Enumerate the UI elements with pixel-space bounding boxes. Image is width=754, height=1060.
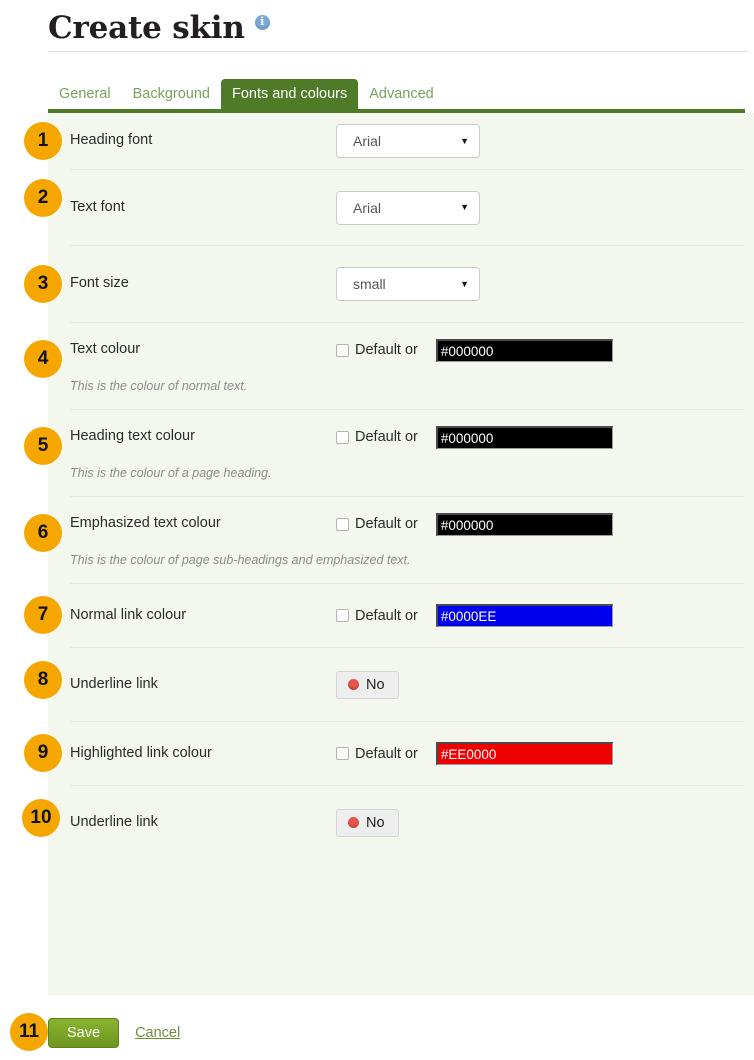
control-heading-font: Arial ▼ (336, 124, 480, 158)
label-normal-link-colour: Normal link colour (70, 606, 187, 623)
control-text-font: Arial ▼ (336, 190, 480, 225)
step-badge-9: 9 (24, 734, 62, 772)
highlighted-link-colour-default-checkbox[interactable] (336, 747, 349, 760)
step-badge-1: 1 (24, 122, 62, 160)
text-font-value: Arial (353, 199, 382, 216)
cancel-link[interactable]: Cancel (135, 1025, 180, 1041)
control-text-colour: Default or #000000 (336, 338, 613, 362)
label-highlighted-link-colour: Highlighted link colour (70, 744, 212, 761)
row-underline-link-normal: 8 Underline link No (24, 648, 754, 721)
row-normal-link-colour: 7 Normal link colour Default or #0000EE (24, 584, 754, 647)
step-badge-4: 4 (24, 340, 62, 378)
control-emphasized-text-colour: Default or #000000 (336, 512, 613, 536)
tab-background[interactable]: Background (122, 79, 221, 111)
emphasized-text-colour-input[interactable]: #000000 (435, 512, 613, 536)
tab-general[interactable]: General (48, 79, 122, 111)
heading-text-colour-default-label: Default or (355, 429, 418, 445)
info-icon[interactable] (254, 14, 270, 30)
step-badge-11: 11 (10, 1013, 48, 1051)
step-badge-5: 5 (24, 427, 62, 465)
help-emphasized-text-colour: This is the colour of page sub-headings … (70, 553, 411, 567)
status-dot-icon (348, 679, 359, 690)
emphasized-text-colour-default-wrap: Default or (336, 516, 418, 532)
text-colour-default-label: Default or (355, 342, 418, 358)
highlighted-link-colour-default-label: Default or (355, 745, 418, 762)
control-normal-link-colour: Default or #0000EE (336, 604, 613, 627)
row-heading-text-colour: 5 Heading text colour Default or #000000… (24, 410, 754, 496)
step-badge-3: 3 (24, 265, 62, 303)
heading-font-select[interactable]: Arial ▼ (336, 124, 480, 158)
control-heading-text-colour: Default or #000000 (336, 425, 613, 449)
heading-text-colour-default-wrap: Default or (336, 429, 418, 445)
chevron-down-icon: ▼ (460, 202, 469, 212)
chevron-down-icon: ▼ (460, 278, 469, 289)
row-highlighted-link-colour: 9 Highlighted link colour Default or #EE… (24, 722, 754, 785)
step-badge-10: 10 (22, 799, 60, 837)
label-heading-font: Heading font (70, 132, 153, 149)
control-font-size: small ▼ (336, 267, 480, 301)
heading-text-colour-default-checkbox[interactable] (336, 430, 349, 444)
highlighted-link-colour-default-wrap: Default or (336, 746, 418, 762)
row-underline-link-highlighted: 10 Underline link No (22, 786, 754, 859)
create-skin-page: Create skin General Background Fonts and… (0, 0, 754, 1060)
highlighted-link-colour-input[interactable]: #EE0000 (435, 742, 613, 765)
step-badge-8: 8 (24, 661, 62, 699)
tab-fonts-and-colours[interactable]: Fonts and colours (220, 78, 359, 110)
step-badge-2: 2 (24, 179, 62, 217)
row-text-colour: 4 Text colour Default or #000000 This is… (24, 323, 754, 409)
heading-font-value: Arial (353, 133, 382, 149)
label-underline-link-highlighted: Underline link (70, 813, 158, 830)
label-font-size: Font size (70, 275, 129, 292)
control-underline-link-highlighted: No (336, 808, 399, 837)
help-heading-text-colour: This is the colour of a page heading. (70, 466, 272, 480)
chevron-down-icon: ▼ (460, 135, 469, 146)
normal-link-colour-default-wrap: Default or (336, 608, 418, 624)
label-emphasized-text-colour: Emphasized text colour (70, 515, 221, 532)
page-header: Create skin (48, 0, 748, 56)
control-underline-link-normal: No (336, 670, 399, 699)
row-emphasized-text-colour: 6 Emphasized text colour Default or #000… (24, 497, 754, 583)
underline-link-normal-value: No (366, 676, 385, 693)
title-divider (48, 51, 748, 52)
row-font-size: 3 Font size small ▼ (24, 246, 754, 322)
form-actions: Save Cancel (48, 1013, 748, 1053)
underline-link-normal-toggle[interactable]: No (336, 670, 399, 699)
heading-text-colour-input[interactable]: #000000 (435, 425, 613, 449)
text-colour-default-checkbox[interactable] (336, 343, 349, 357)
label-text-colour: Text colour (70, 341, 141, 358)
status-dot-icon (348, 817, 359, 828)
normal-link-colour-default-label: Default or (355, 607, 418, 624)
font-size-value: small (353, 276, 386, 292)
underline-link-highlighted-value: No (366, 814, 385, 831)
underline-link-highlighted-toggle[interactable]: No (336, 808, 399, 837)
tab-bar: General Background Fonts and colours Adv… (48, 73, 748, 110)
normal-link-colour-input[interactable]: #0000EE (435, 604, 613, 627)
control-highlighted-link-colour: Default or #EE0000 (336, 742, 613, 765)
save-button[interactable]: Save (48, 1017, 120, 1049)
step-badge-7: 7 (24, 596, 62, 634)
text-colour-input[interactable]: #000000 (435, 338, 613, 362)
text-colour-default-wrap: Default or (336, 342, 418, 358)
normal-link-colour-default-checkbox[interactable] (336, 609, 349, 622)
text-font-select[interactable]: Arial ▼ (336, 190, 480, 225)
emphasized-text-colour-default-label: Default or (355, 516, 418, 532)
emphasized-text-colour-default-checkbox[interactable] (336, 517, 349, 531)
font-size-select[interactable]: small ▼ (336, 267, 480, 301)
tab-advanced[interactable]: Advanced (358, 79, 445, 111)
page-title: Create skin (48, 10, 245, 46)
row-text-font: 2 Text font Arial ▼ (24, 170, 754, 245)
label-text-font: Text font (70, 198, 125, 215)
label-underline-link-normal: Underline link (70, 675, 158, 692)
fonts-and-colours-panel: 1 Heading font Arial ▼ 2 Text font Arial (22, 113, 754, 995)
help-text-colour: This is the colour of normal text. (70, 379, 248, 393)
step-badge-6: 6 (24, 514, 62, 552)
label-heading-text-colour: Heading text colour (70, 428, 195, 445)
row-heading-font: 1 Heading font Arial ▼ (24, 113, 754, 169)
